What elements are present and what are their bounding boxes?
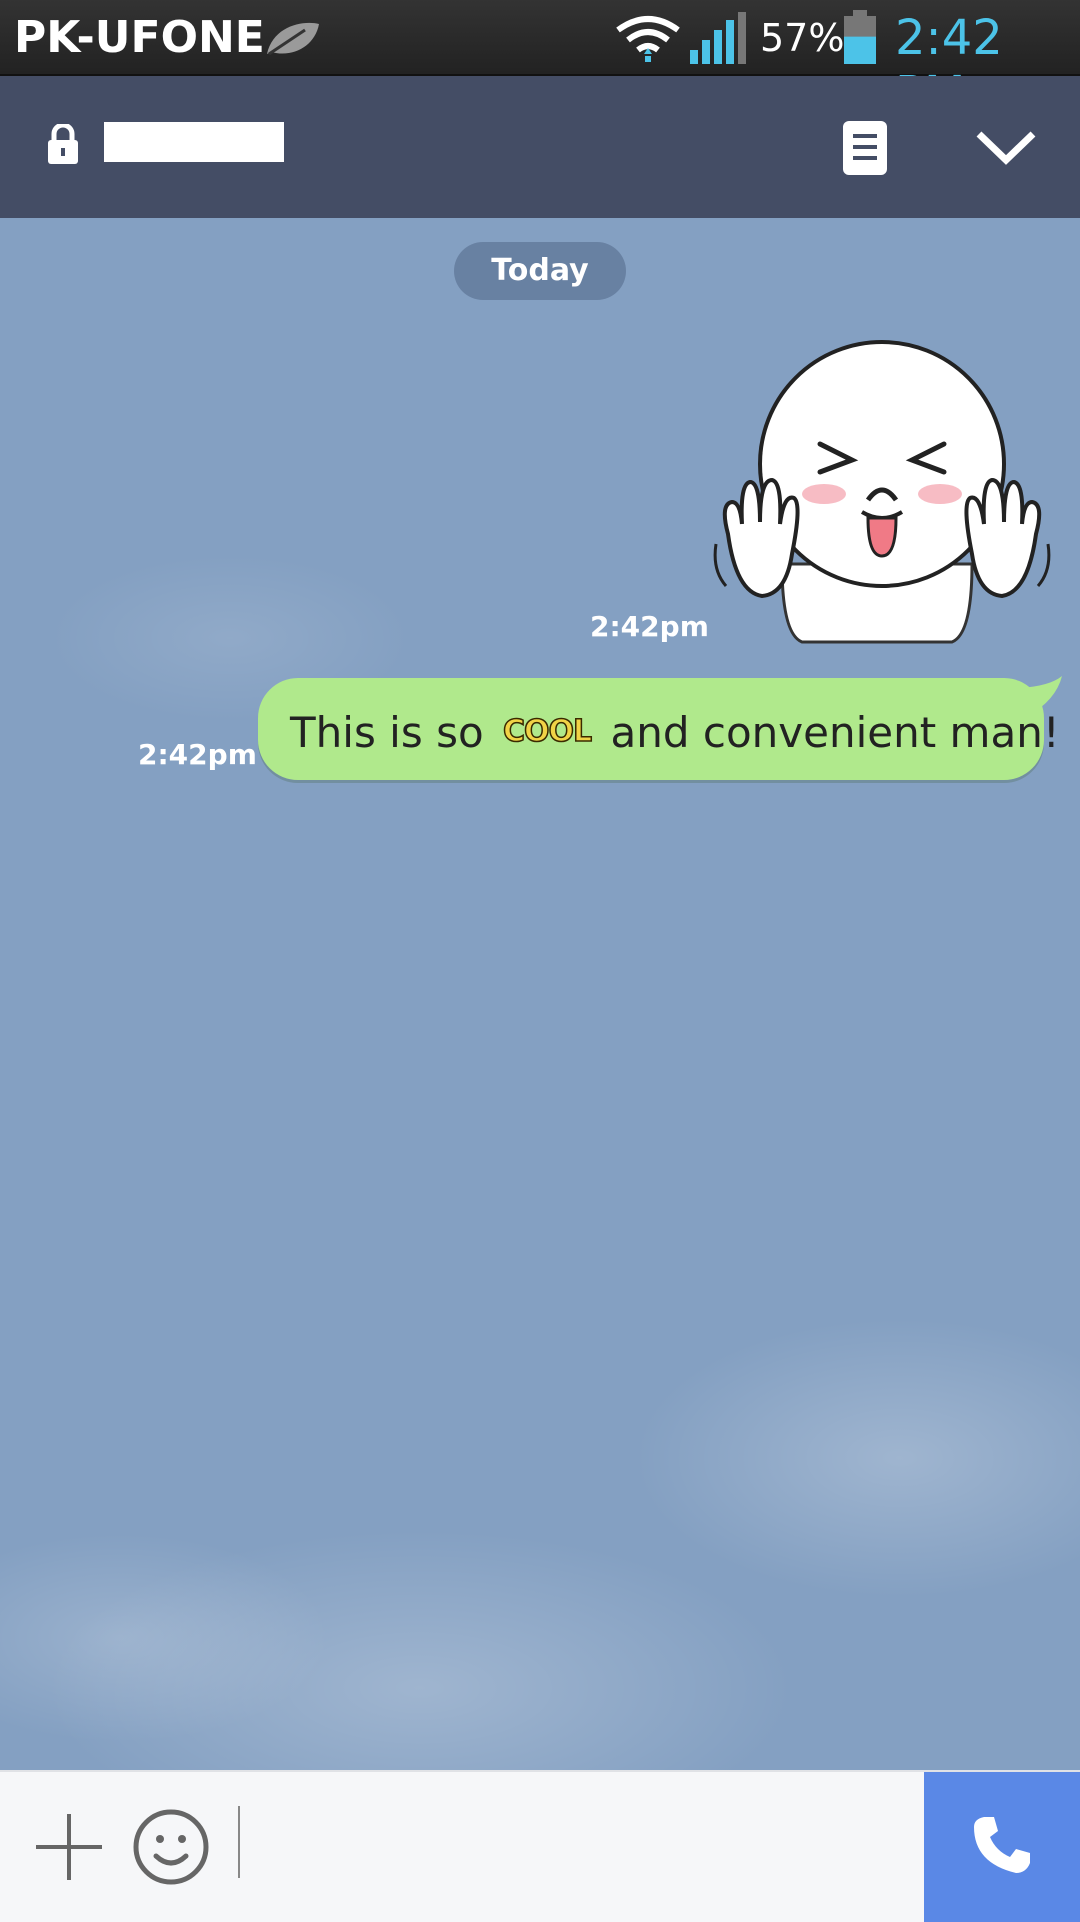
chevron-down-icon[interactable] xyxy=(975,128,1037,172)
phone-icon xyxy=(970,1813,1034,1881)
cool-emoji: COOL xyxy=(502,713,593,750)
chat-header: Deenish xyxy=(0,76,1080,218)
message-input[interactable] xyxy=(250,1802,904,1888)
tongue-out-face-sticker[interactable] xyxy=(712,334,1052,658)
carrier-name: PK-UFONE xyxy=(14,12,265,63)
message-bubble[interactable]: This is so COOL and convenient man! xyxy=(258,678,1060,780)
smiley-icon[interactable] xyxy=(132,1808,210,1890)
contact-name: Deenish xyxy=(104,122,284,162)
lock-icon xyxy=(46,122,80,168)
leaf-icon xyxy=(263,16,323,64)
wifi-icon xyxy=(614,14,682,68)
date-separator: Today xyxy=(454,242,626,300)
plus-icon[interactable] xyxy=(34,1812,104,1886)
input-bar xyxy=(0,1770,1080,1922)
battery-percent: 57% xyxy=(760,16,845,60)
message-text: This is so COOL and convenient man! xyxy=(290,708,1060,757)
message-timestamp: 2:42pm xyxy=(138,738,257,771)
call-button[interactable] xyxy=(924,1772,1080,1922)
message-text-after: and convenient man! xyxy=(610,708,1060,757)
sticker-timestamp: 2:42pm xyxy=(590,610,709,643)
battery-icon xyxy=(842,10,878,70)
signal-icon xyxy=(688,12,748,70)
chat-area[interactable]: Today 2:42pm 2:42pm This is so COOL and … xyxy=(0,218,1080,1770)
notes-icon[interactable] xyxy=(842,120,888,180)
status-bar: PK-UFONE 57% 2:42 PM xyxy=(0,0,1080,122)
message-text-before: This is so xyxy=(290,708,484,757)
input-divider xyxy=(238,1806,240,1878)
